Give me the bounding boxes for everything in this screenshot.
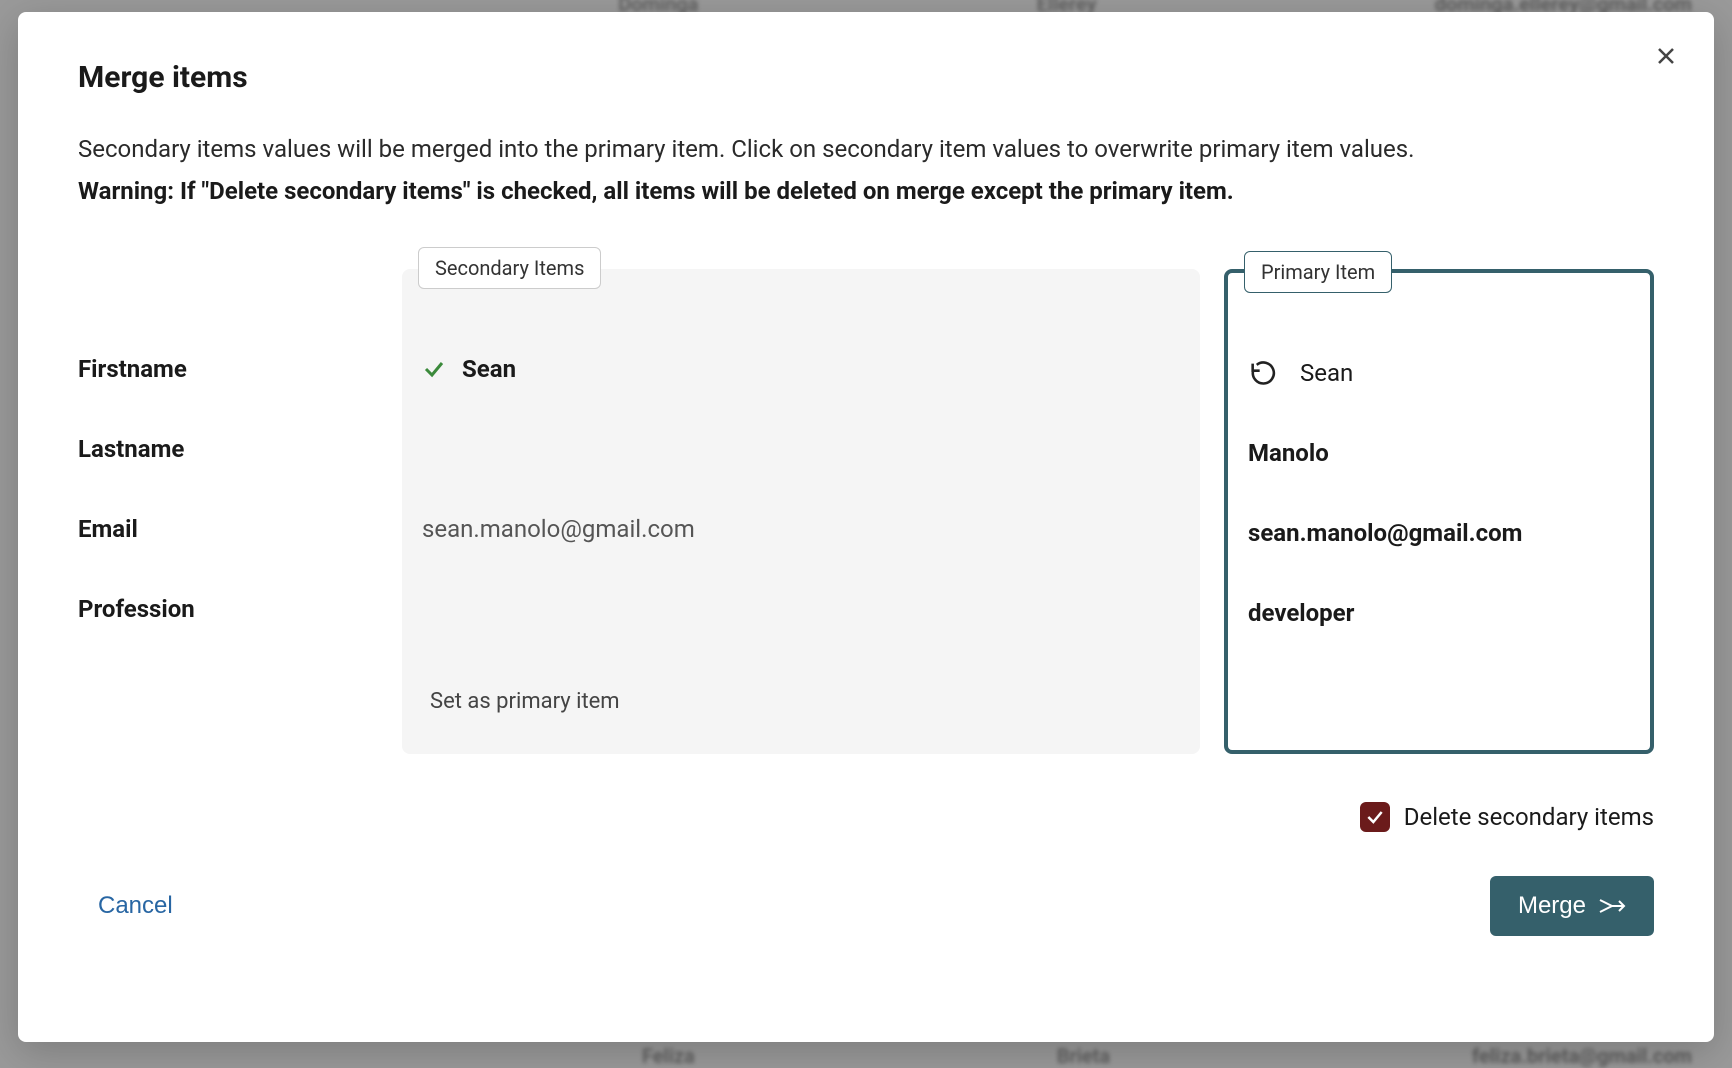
secondary-firstname-value: Sean [462,355,516,383]
merge-button-label: Merge [1518,892,1586,920]
primary-profession-value: developer [1248,599,1354,627]
field-label-profession: Profession [78,569,378,649]
primary-email-row[interactable]: sean.manolo@gmail.com [1228,493,1650,573]
primary-email-value: sean.manolo@gmail.com [1248,519,1522,547]
set-as-primary-button[interactable]: Set as primary item [402,689,1200,714]
merge-button[interactable]: Merge [1490,876,1654,936]
secondary-firstname-row[interactable]: Sean [402,329,1200,409]
close-button[interactable] [1654,44,1678,72]
merge-grid: Firstname Lastname Email Profession Seco… [78,269,1654,754]
delete-secondary-row: Delete secondary items [78,802,1654,832]
cancel-button[interactable]: Cancel [78,880,193,932]
merge-dialog: Merge items Secondary items values will … [18,12,1714,1042]
dialog-warning: Warning: If "Delete secondary items" is … [78,173,1654,209]
field-label-email: Email [78,489,378,569]
primary-item-tag: Primary Item [1244,251,1392,293]
bg-email-bottom: feliza.brieta@gmail.com [1472,1044,1692,1068]
secondary-lastname-row[interactable] [402,409,1200,489]
checkmark-icon [1365,807,1385,827]
primary-lastname-row[interactable]: Manolo [1228,413,1650,493]
secondary-profession-row[interactable] [402,569,1200,649]
check-icon [422,357,446,381]
close-icon [1654,44,1678,68]
merge-arrow-icon [1598,896,1626,916]
delete-secondary-checkbox[interactable] [1360,802,1390,832]
secondary-email-row[interactable]: sean.manolo@gmail.com [402,489,1200,569]
dialog-title: Merge items [78,60,1654,95]
primary-item-panel: Primary Item Sean Manolo sean.manolo@gma… [1224,269,1654,754]
field-label-lastname: Lastname [78,409,378,489]
primary-profession-row[interactable]: developer [1228,573,1650,653]
bg-table-row-bottom: Feliza Brieta feliza.brieta@gmail.com [0,1044,1732,1068]
undo-icon[interactable] [1248,359,1276,387]
primary-firstname-value: Sean [1300,359,1353,387]
primary-lastname-value: Manolo [1248,439,1329,467]
dialog-description: Secondary items values will be merged in… [78,131,1654,167]
bg-lastname-bottom: Brieta [1057,1044,1110,1068]
secondary-items-panel: Secondary Items Sean sean.manolo@gmail.c… [402,269,1200,754]
dialog-actions: Cancel Merge [78,876,1654,936]
delete-secondary-label: Delete secondary items [1404,803,1654,831]
field-label-firstname: Firstname [78,329,378,409]
secondary-email-value: sean.manolo@gmail.com [422,515,695,543]
field-labels-column: Firstname Lastname Email Profession [78,269,378,754]
secondary-items-tag: Secondary Items [418,247,601,289]
bg-firstname-bottom: Feliza [642,1044,695,1068]
primary-firstname-row[interactable]: Sean [1228,333,1650,413]
